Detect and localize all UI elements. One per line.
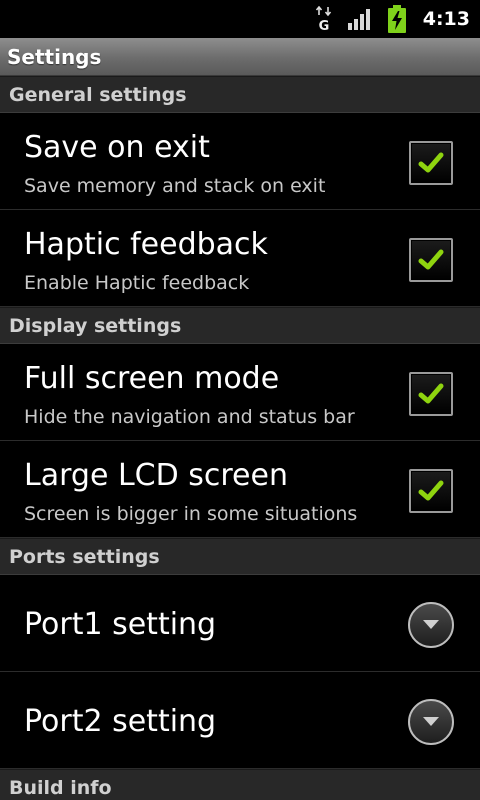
port2-dropdown-button[interactable]	[408, 699, 454, 745]
pref-title: Port1 setting	[24, 607, 217, 642]
category-general-settings: General settings	[0, 76, 480, 113]
pref-title: Haptic feedback	[24, 227, 268, 262]
pref-full-screen-mode[interactable]: Full screen mode Hide the navigation and…	[0, 344, 480, 441]
page-title: Settings	[7, 45, 102, 69]
pref-title: Port2 setting	[24, 704, 217, 739]
pref-haptic-feedback[interactable]: Haptic feedback Enable Haptic feedback	[0, 210, 480, 307]
pref-summary: Enable Haptic feedback	[24, 272, 250, 294]
pref-summary: Hide the navigation and status bar	[24, 406, 355, 428]
signal-strength-icon	[347, 8, 373, 30]
large-lcd-screen-checkbox[interactable]	[409, 469, 453, 513]
pref-port1-setting[interactable]: Port1 setting	[0, 575, 480, 672]
status-icons: G 4:13	[315, 0, 470, 38]
pref-summary: Save memory and stack on exit	[24, 175, 326, 197]
chevron-down-icon	[423, 620, 439, 629]
category-header: Ports settings	[9, 546, 160, 568]
checkmark-icon	[418, 152, 444, 173]
full-screen-mode-checkbox[interactable]	[409, 372, 453, 416]
pref-summary: Screen is bigger in some situations	[24, 503, 358, 525]
pref-title: Save on exit	[24, 130, 210, 165]
pref-large-lcd-screen[interactable]: Large LCD screen Screen is bigger in som…	[0, 441, 480, 538]
preference-list[interactable]: General settings Save on exit Save memor…	[0, 76, 480, 800]
port1-dropdown-button[interactable]	[408, 602, 454, 648]
category-header: General settings	[9, 84, 187, 106]
chevron-down-icon	[423, 717, 439, 726]
category-header: Build info	[9, 777, 112, 799]
status-bar: G 4:13	[0, 0, 480, 38]
checkmark-icon	[418, 480, 444, 501]
category-header: Display settings	[9, 315, 182, 337]
pref-title: Large LCD screen	[24, 458, 288, 493]
save-on-exit-checkbox[interactable]	[409, 141, 453, 185]
battery-charging-icon	[387, 5, 407, 33]
network-type-label: G	[318, 19, 329, 32]
pref-port2-setting[interactable]: Port2 setting	[0, 672, 480, 769]
checkmark-icon	[418, 249, 444, 270]
pref-save-on-exit[interactable]: Save on exit Save memory and stack on ex…	[0, 113, 480, 210]
checkmark-icon	[418, 383, 444, 404]
title-bar: Settings	[0, 38, 480, 76]
category-build-info: Build info	[0, 769, 480, 800]
status-clock: 4:13	[422, 8, 470, 30]
pref-title: Full screen mode	[24, 361, 280, 396]
network-arrows-icon: G	[315, 5, 333, 34]
category-ports-settings: Ports settings	[0, 538, 480, 575]
category-display-settings: Display settings	[0, 307, 480, 344]
haptic-feedback-checkbox[interactable]	[409, 238, 453, 282]
